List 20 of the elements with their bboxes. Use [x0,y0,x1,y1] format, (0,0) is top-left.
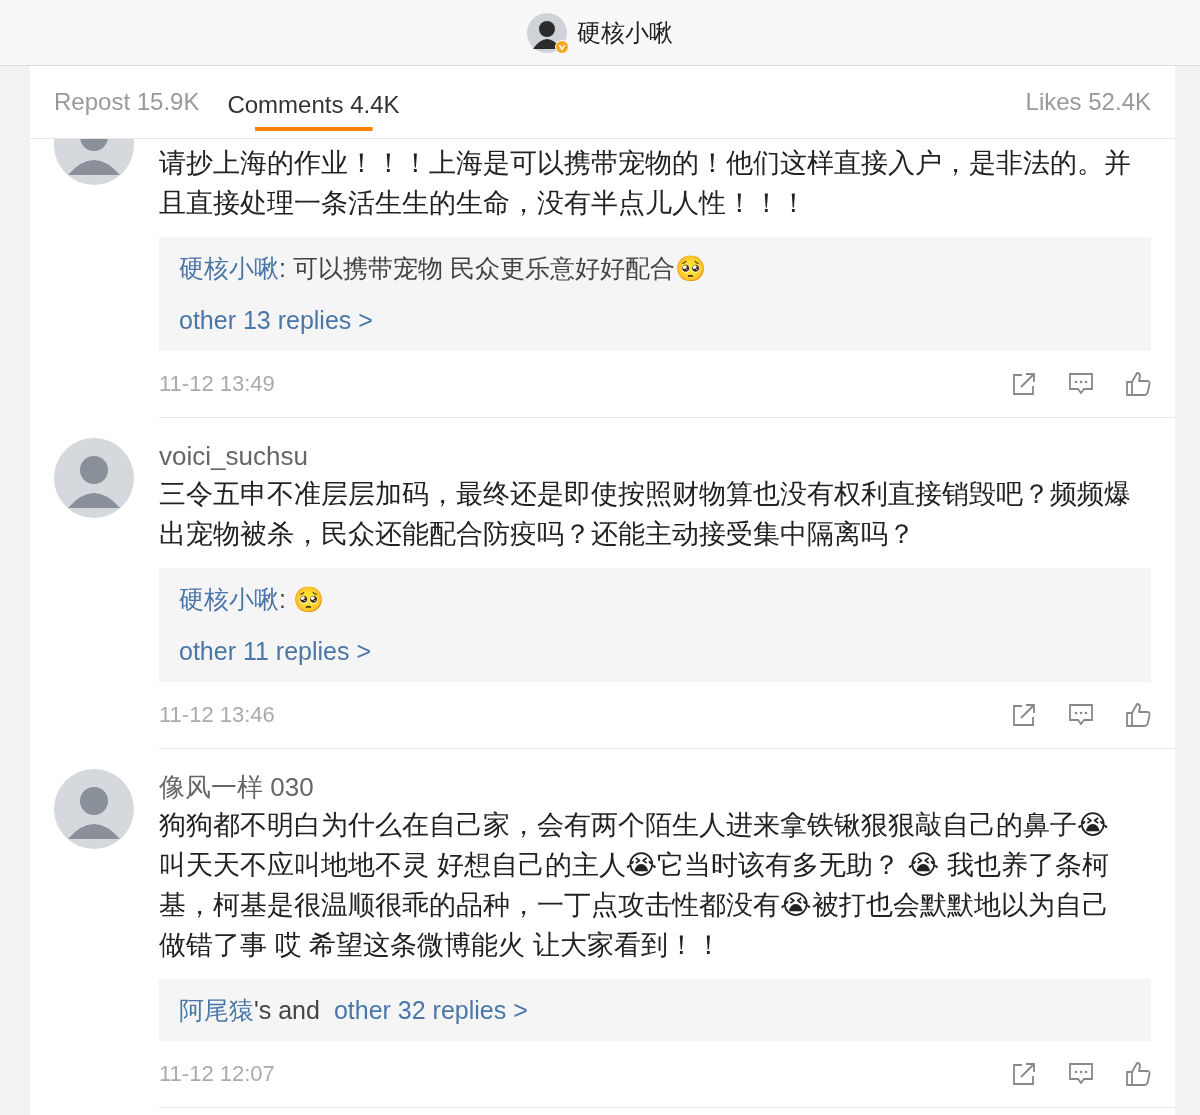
timestamp: 11-12 12:07 [159,1061,275,1087]
reply-author[interactable]: 硬核小啾 [179,585,279,613]
username[interactable]: voici_suchsu [159,438,1175,474]
reply-author[interactable]: 硬核小啾 [179,254,279,282]
timestamp: 11-12 13:49 [159,371,275,397]
more-replies-link[interactable]: other 11 replies > [179,637,372,665]
tab[interactable]: Repost 15.9K [54,74,200,130]
comment-text: 三令五申不准层层加码，最终还是即使按照财物算也没有权利直接销毁吧？频频爆出宠物被杀，民众还能配合防疫吗？还能主动接受集中隔离吗？ [159,478,1132,551]
reply-text: : 🥺 [279,585,324,613]
tab[interactable]: Likes 52.4K [1025,74,1151,130]
more-replies-link[interactable]: other 32 replies > [333,996,528,1024]
reply-text: : 可以携带宠物 民众更乐意好好配合🥺 [279,254,706,282]
username[interactable]: 像风一样 030 [159,769,1175,805]
account-name: 硬核小啾 [577,17,673,48]
comment-text: 狗狗都不明白为什么在自己家，会有两个陌生人进来拿铁锹狠狠敲自己的鼻子😭叫天天不应叫地地不灵 好想自己的主人😭它当时该有多无助？ 😭 我也养了条柯基，柯基是很温顺很乖的品种，一丁点攻击性都没有😭被打也会默默地以为自己做错了事 哎 希望这条微博能火 让大家看到！！ [159,809,1110,962]
comment-text: 请抄上海的作业！！！上海是可以携带宠物的！他们这样直接入户，是非法的。并且直接处理一条活生生的生命，没有半点儿人性！！！ [159,147,1132,220]
reply-author[interactable]: 阿尾猿 [179,996,254,1024]
more-replies-link[interactable]: other 13 replies > [179,306,373,334]
timestamp: 11-12 13:46 [159,702,275,728]
reply-text: 's and [254,996,320,1024]
